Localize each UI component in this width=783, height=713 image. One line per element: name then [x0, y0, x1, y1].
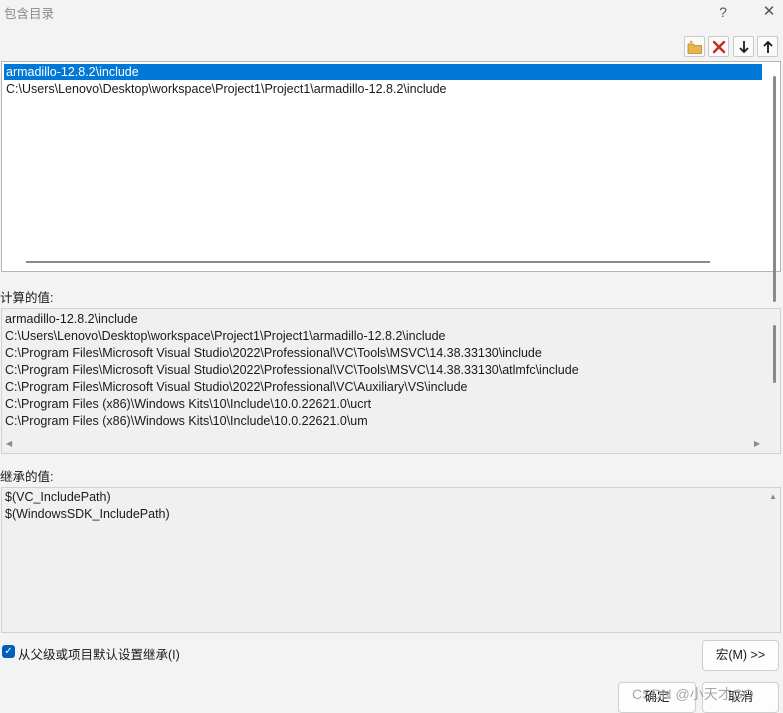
evaluated-line: C:\Program Files (x86)\Windows Kits\10\I…: [5, 414, 368, 428]
close-button[interactable]: ✕: [756, 1, 782, 23]
dialog-title: 包含目录: [4, 7, 55, 21]
delete-x-icon: [712, 40, 726, 54]
inherited-values-box: $(VC_IncludePath) $(WindowsSDK_IncludePa…: [1, 487, 781, 633]
evaluated-line: C:\Program Files (x86)\Windows Kits\10\I…: [5, 397, 372, 411]
evaluated-line: C:\Program Files\Microsoft Visual Studio…: [5, 380, 468, 394]
list-item[interactable]: armadillo-12.8.2\include: [4, 64, 762, 80]
evaluated-line: armadillo-12.8.2\include: [5, 312, 138, 326]
evaluated-line: C:\Program Files\Microsoft Visual Studio…: [5, 363, 579, 377]
inherit-checkbox[interactable]: ✓: [2, 645, 15, 658]
new-folder-icon: [687, 40, 702, 54]
arrow-down-icon: [739, 41, 749, 54]
evaluated-line: C:\Users\Lenovo\Desktop\workspace\Projec…: [5, 329, 446, 343]
title-bar: 包含目录 ? ✕: [0, 0, 783, 26]
inherit-checkbox-label[interactable]: 从父级或项目默认设置继承(I): [18, 644, 180, 663]
evaluated-values-box: armadillo-12.8.2\include C:\Users\Lenovo…: [1, 308, 781, 454]
delete-line-button[interactable]: [708, 36, 729, 57]
scroll-left-arrow-icon[interactable]: ◀: [6, 440, 12, 448]
inherited-line: $(WindowsSDK_IncludePath): [5, 507, 170, 521]
move-up-button[interactable]: [757, 36, 778, 57]
include-dir-list[interactable]: armadillo-12.8.2\include C:\Users\Lenovo…: [1, 61, 781, 302]
macros-button[interactable]: 宏(M) >>: [702, 640, 779, 671]
move-down-button[interactable]: [733, 36, 754, 57]
new-line-button[interactable]: [684, 36, 705, 57]
evaluated-line: C:\Program Files\Microsoft Visual Studio…: [5, 346, 542, 360]
arrow-up-icon: [763, 40, 773, 53]
evaluated-label: 计算的值:: [0, 291, 54, 305]
scroll-up-arrow-icon[interactable]: ▲: [769, 493, 777, 501]
help-button[interactable]: ?: [710, 1, 736, 23]
list-horizontal-scrollbar[interactable]: [26, 261, 710, 263]
inherited-label: 继承的值:: [0, 470, 54, 484]
ok-button[interactable]: 确定: [618, 682, 696, 713]
inherited-line: $(VC_IncludePath): [5, 490, 111, 504]
evaluated-vertical-scrollbar[interactable]: [773, 325, 776, 383]
list-vertical-scrollbar[interactable]: [773, 76, 776, 302]
cancel-button[interactable]: 取消: [702, 682, 779, 713]
scroll-right-arrow-icon[interactable]: ▶: [754, 440, 760, 448]
list-item[interactable]: C:\Users\Lenovo\Desktop\workspace\Projec…: [4, 81, 447, 97]
